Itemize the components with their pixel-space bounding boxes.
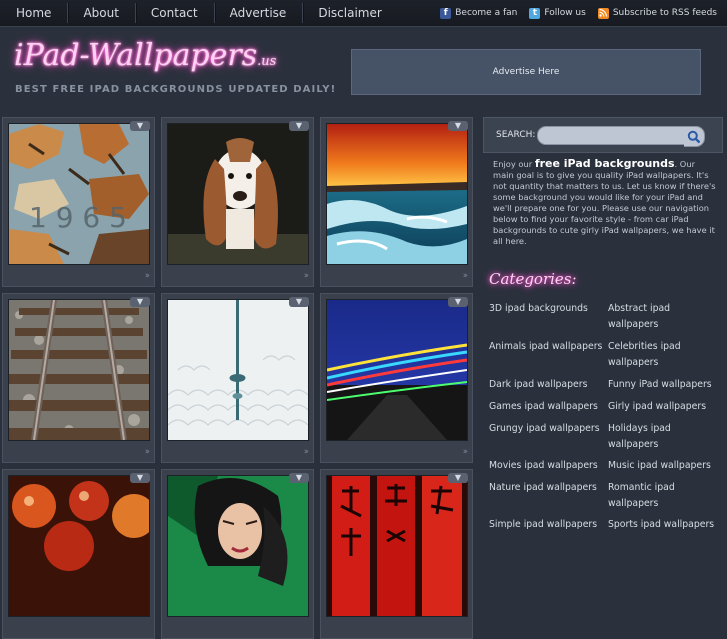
chevron-down-icon[interactable]: ▼ <box>448 121 468 131</box>
twitter-link[interactable]: t Follow us <box>529 7 586 19</box>
wallpaper-card[interactable]: ▼ <box>2 469 155 639</box>
category-link[interactable]: Dark ipad wallpapers <box>489 377 587 393</box>
facebook-icon: f <box>440 7 452 19</box>
more-arrows-icon[interactable]: ›› <box>304 271 309 281</box>
search-icon <box>687 130 701 143</box>
chevron-down-icon[interactable]: ▼ <box>448 473 468 483</box>
category-link[interactable]: Simple ipad wallpapers <box>489 517 597 533</box>
wallpaper-card[interactable]: ▼ ›› <box>320 293 473 463</box>
category-link[interactable]: Animals ipad wallpapers <box>489 339 602 355</box>
main-nav: Home About Contact Advertise Disclaimer <box>0 0 398 26</box>
categories-heading: Categories: <box>489 270 577 288</box>
category-link[interactable]: Romantic ipad wallpapers <box>608 480 718 512</box>
wallpaper-thumbnail-basset-puppy[interactable] <box>167 123 309 265</box>
category-link[interactable]: Girly ipad wallpapers <box>608 399 727 415</box>
chevron-down-icon[interactable]: ▼ <box>130 121 150 131</box>
logo-main: iPad-Wallpapers <box>14 38 258 73</box>
chevron-down-icon[interactable]: ▼ <box>289 297 309 307</box>
logo-tld: .us <box>257 54 277 69</box>
wallpaper-thumbnail-light-trails[interactable] <box>326 299 468 441</box>
twitter-icon: t <box>529 7 541 19</box>
search-box: SEARCH: <box>483 117 723 153</box>
search-button[interactable] <box>684 126 705 147</box>
rss-icon <box>597 7 609 19</box>
wallpaper-card[interactable]: ▼ ›› <box>320 117 473 287</box>
intro-bold: free iPad backgrounds <box>534 157 675 170</box>
facebook-link[interactable]: f Become a fan <box>440 7 518 19</box>
category-link[interactable]: Nature ipad wallpapers <box>489 480 597 496</box>
category-link[interactable]: Abstract ipad wallpapers <box>608 301 718 333</box>
intro-rest: . Our main goal is to give you quality i… <box>493 159 716 246</box>
nav-home[interactable]: Home <box>0 0 67 26</box>
site-logo[interactable]: iPad-Wallpapers.us <box>14 38 276 73</box>
search-input[interactable] <box>537 126 697 145</box>
more-arrows-icon[interactable]: ›› <box>304 447 309 457</box>
more-arrows-icon[interactable]: ›› <box>463 447 468 457</box>
search-label: SEARCH: <box>496 130 536 140</box>
social-links: f Become a fan t Follow us Subscribe to … <box>440 0 717 26</box>
wallpaper-thumbnail-tower-clouds[interactable] <box>167 299 309 441</box>
nav-contact[interactable]: Contact <box>134 0 214 26</box>
wallpaper-card[interactable]: ▼ ›› <box>161 117 314 287</box>
more-arrows-icon[interactable]: ›› <box>145 271 150 281</box>
wallpaper-card[interactable]: ▼ ›› <box>2 293 155 463</box>
category-link[interactable]: Music ipad wallpapers <box>608 458 727 474</box>
wallpaper-card[interactable]: ▼ <box>161 469 314 639</box>
svg-text:1 9 6 5: 1 9 6 5 <box>29 201 127 234</box>
chevron-down-icon[interactable]: ▼ <box>289 473 309 483</box>
wallpaper-thumbnail-woman-portrait[interactable] <box>167 475 309 617</box>
category-link[interactable]: Games ipad wallpapers <box>489 399 598 415</box>
category-link[interactable]: Grungy ipad wallpapers <box>489 421 600 437</box>
rss-link[interactable]: Subscribe to RSS feeds <box>597 7 717 19</box>
chevron-down-icon[interactable]: ▼ <box>448 297 468 307</box>
wallpaper-thumbnail-christmas-ornaments[interactable] <box>8 475 150 617</box>
category-link[interactable]: Movies ipad wallpapers <box>489 458 598 474</box>
rss-label: Subscribe to RSS feeds <box>612 8 717 18</box>
category-link[interactable]: Sports ipad wallpapers <box>608 517 727 533</box>
chevron-down-icon[interactable]: ▼ <box>130 473 150 483</box>
top-navigation-bar: Home About Contact Advertise Disclaimer … <box>0 0 727 27</box>
site-tagline: BEST FREE IPAD BACKGROUNDS UPDATED DAILY… <box>15 84 337 95</box>
category-link[interactable]: Funny iPad wallpapers <box>608 377 727 393</box>
category-link[interactable]: Celebrities ipad wallpapers <box>608 339 718 371</box>
chevron-down-icon[interactable]: ▼ <box>289 121 309 131</box>
twitter-label: Follow us <box>544 8 586 18</box>
facebook-label: Become a fan <box>455 8 518 18</box>
intro-start: Enjoy our <box>493 159 535 169</box>
nav-disclaimer[interactable]: Disclaimer <box>302 0 397 26</box>
wallpaper-card[interactable]: ▼ ›› <box>161 293 314 463</box>
category-link[interactable]: 3D ipad backgrounds <box>489 301 588 317</box>
sidebar: SEARCH: Enjoy our free iPad backgrounds.… <box>483 117 723 545</box>
category-link[interactable]: Holidays ipad wallpapers <box>608 421 718 453</box>
header-ad-banner[interactable]: Advertise Here <box>351 49 701 95</box>
nav-advertise[interactable]: Advertise <box>213 0 303 26</box>
ad-text: Advertise Here <box>492 67 560 77</box>
wallpaper-card[interactable]: ▼ <box>320 469 473 639</box>
nav-about[interactable]: About <box>67 0 134 26</box>
more-arrows-icon[interactable]: ›› <box>145 447 150 457</box>
wallpaper-thumbnail-1965[interactable]: 1 9 6 5 <box>8 123 150 265</box>
more-arrows-icon[interactable]: ›› <box>463 271 468 281</box>
site-intro-text: Enjoy our free iPad backgrounds. Our mai… <box>493 158 718 247</box>
wallpaper-thumbnail-ocean-sunset[interactable] <box>326 123 468 265</box>
wallpaper-thumbnail-railroad[interactable] <box>8 299 150 441</box>
wallpaper-card[interactable]: 1 9 6 5 ▼ ›› <box>2 117 155 287</box>
chevron-down-icon[interactable]: ▼ <box>130 297 150 307</box>
wallpaper-thumbnail-chinese-banners[interactable] <box>326 475 468 617</box>
